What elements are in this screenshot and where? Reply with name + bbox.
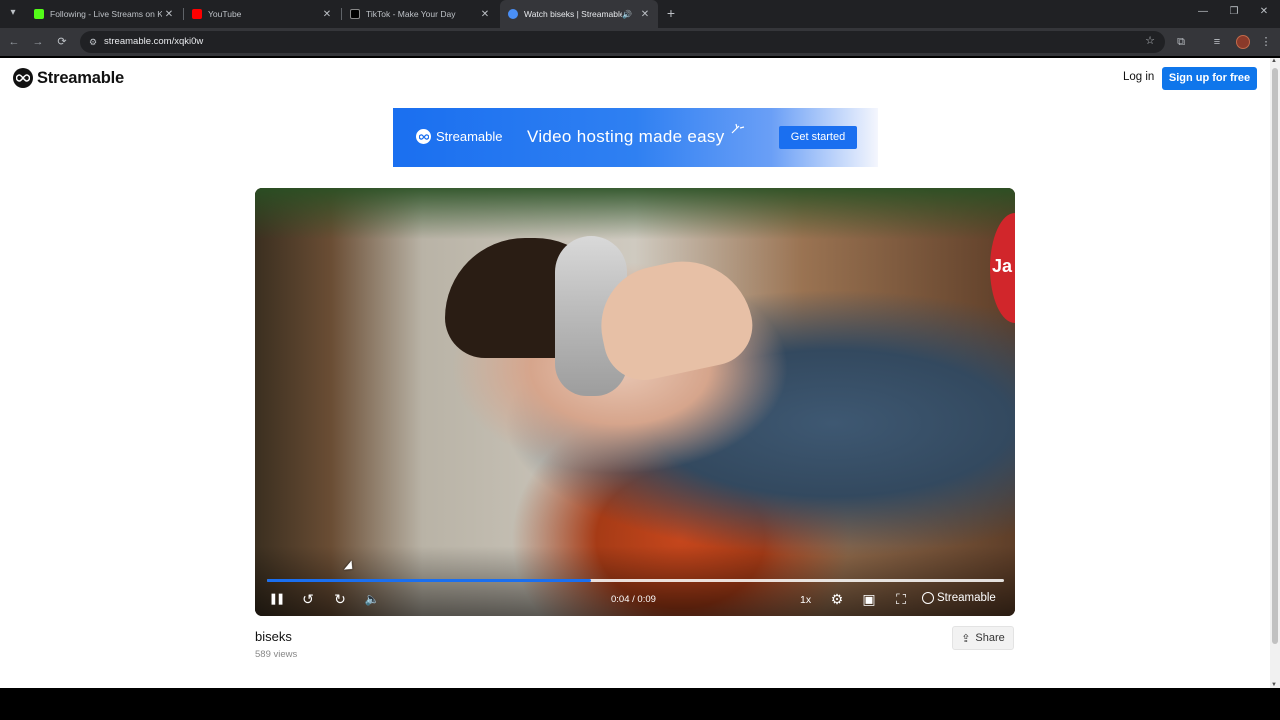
pause-icon[interactable]: ❚❚ [267, 590, 285, 608]
tab-title: Watch biseks | Streamable [524, 9, 623, 19]
signup-button[interactable]: Sign up for free [1162, 67, 1257, 90]
new-tab-plus-icon[interactable]: + [664, 6, 678, 20]
streamable-logo[interactable]: Streamable [13, 68, 124, 88]
ad-brand-name: Streamable [436, 129, 503, 144]
time-display: 0:04 / 0:09 [611, 594, 656, 605]
site-info-icon[interactable]: ⚙ [86, 35, 100, 49]
rewind-icon[interactable]: ↺ [299, 590, 317, 608]
scroll-down-arrow-icon[interactable]: ▼ [1271, 682, 1277, 688]
tab-close-icon[interactable]: ✕ [162, 9, 176, 20]
tab-close-icon[interactable]: ✕ [638, 9, 652, 20]
restore-icon[interactable]: ❐ [1227, 6, 1241, 17]
tab-title: TikTok - Make Your Day [366, 9, 456, 19]
profile-avatar[interactable] [1236, 35, 1250, 49]
tab-close-icon[interactable]: ✕ [478, 9, 492, 20]
brand-name: Streamable [37, 68, 124, 87]
youtube-favicon-icon [192, 9, 202, 19]
address-bar[interactable]: ⚙ streamable.com/xqki0w ☆ [80, 31, 1165, 53]
tab-title: YouTube [208, 9, 242, 19]
forward-arrow-icon[interactable]: → [30, 34, 46, 50]
streamable-favicon-icon [508, 9, 518, 19]
settings-gear-icon[interactable]: ⚙ [828, 590, 846, 608]
tab-youtube[interactable]: YouTube ✕ [184, 0, 340, 28]
watermark-logo-icon [922, 592, 934, 604]
fast-forward-icon[interactable]: ↻ [331, 590, 349, 608]
tab-title: Following - Live Streams on Kic [50, 9, 162, 19]
tab-kick[interactable]: Following - Live Streams on Kic ✕ [26, 0, 182, 28]
scrollbar-thumb[interactable] [1272, 68, 1278, 644]
kick-favicon-icon [34, 9, 44, 19]
playback-speed-button[interactable]: 1x [800, 594, 811, 606]
streamable-page: Streamable Log in Sign up for free Strea… [0, 58, 1270, 688]
ad-logo-icon [416, 129, 431, 144]
picture-in-picture-icon[interactable]: ▣ [860, 590, 878, 608]
ad-brand: Streamable [416, 129, 502, 144]
volume-icon[interactable]: 🔈 [363, 590, 381, 608]
ad-banner[interactable]: Streamable Video hosting made easy Get s… [393, 108, 878, 167]
minimize-icon[interactable]: — [1196, 6, 1210, 17]
scroll-up-arrow-icon[interactable]: ▲ [1271, 58, 1277, 64]
window-close-icon[interactable]: ✕ [1257, 6, 1271, 17]
tab-list-chevron-icon[interactable]: ▾ [5, 5, 21, 21]
overlay-badge-text: Ja [992, 256, 1013, 276]
browser-toolbar: ← → ⟳ ⚙ streamable.com/xqki0w ☆ ⧉ ≡ ⋮ [0, 28, 1280, 56]
tab-audio-speaker-icon[interactable]: 🔊 [622, 10, 632, 19]
browser-menu-icon[interactable]: ⋮ [1258, 34, 1274, 50]
browser-tab-bar: ▾ Following - Live Streams on Kic ✕ YouT… [0, 0, 1280, 28]
media-control-icon[interactable]: ≡ [1209, 34, 1225, 50]
fullscreen-icon[interactable]: ⛶ [892, 590, 910, 608]
tab-tiktok[interactable]: TikTok - Make Your Day ✕ [342, 0, 498, 28]
ad-tagline: Video hosting made easy [527, 127, 725, 146]
extensions-icon[interactable]: ⧉ [1173, 34, 1189, 50]
streamable-logo-icon [13, 68, 33, 88]
tab-streamable[interactable]: Watch biseks | Streamable 🔊 ✕ [500, 0, 658, 28]
video-title: biseks [255, 629, 292, 644]
tab-close-icon[interactable]: ✕ [320, 9, 334, 20]
share-icon: ⇪ [961, 632, 971, 645]
share-label: Share [975, 632, 1005, 644]
back-arrow-icon[interactable]: ← [6, 34, 22, 50]
seek-bar[interactable] [267, 579, 1004, 582]
watermark-text: Streamable [937, 592, 996, 604]
video-player[interactable]: Ja ❚❚ ↺ ↻ 🔈 0:04 / 0:09 1x ⚙ ▣ ⛶ Streama… [255, 188, 1015, 616]
tiktok-favicon-icon [350, 9, 360, 19]
share-button[interactable]: ⇪ Share [952, 626, 1014, 650]
view-count: 589 views [255, 649, 298, 660]
bookmark-star-icon[interactable]: ☆ [1145, 34, 1155, 47]
url-text[interactable]: streamable.com/xqki0w [104, 36, 203, 47]
seek-bar-played [267, 579, 592, 582]
sparkle-icon [731, 122, 745, 137]
page-scrollbar[interactable]: ▲ ▼ [1270, 58, 1280, 688]
reload-icon[interactable]: ⟳ [54, 34, 70, 50]
login-link[interactable]: Log in [1123, 71, 1154, 83]
streamable-watermark[interactable]: Streamable [922, 592, 996, 604]
ad-get-started-button[interactable]: Get started [779, 126, 857, 149]
